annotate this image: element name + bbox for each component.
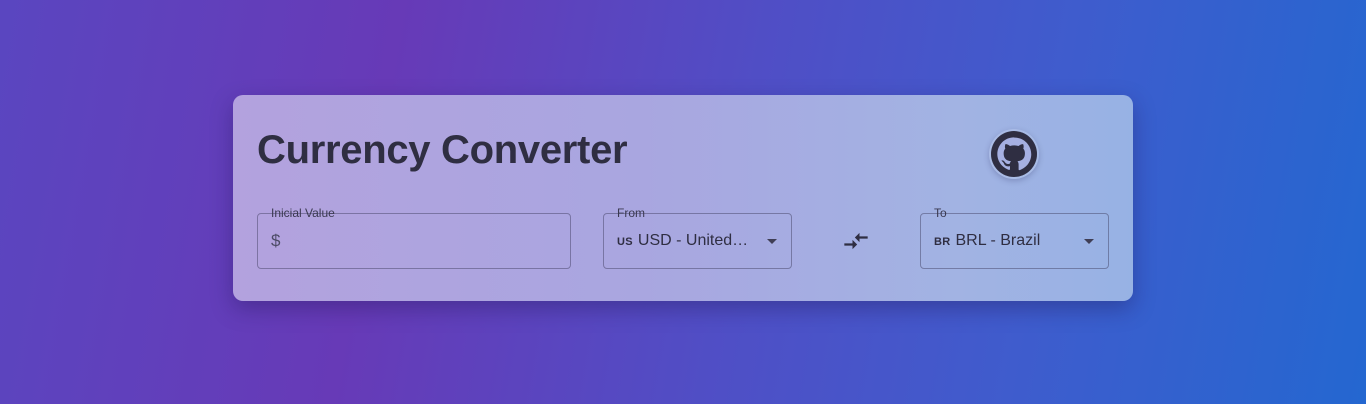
github-link-button[interactable] — [989, 129, 1039, 179]
github-icon — [991, 131, 1037, 177]
from-selected-value: US USD - United ... — [617, 232, 749, 250]
initial-value-input[interactable] — [290, 224, 560, 258]
currency-prefix: $ — [271, 231, 281, 250]
swap-currencies-button[interactable] — [833, 222, 879, 260]
chevron-down-icon[interactable] — [1084, 239, 1094, 244]
to-currency-select[interactable]: To BR BRL - Brazil — [920, 206, 1109, 269]
initial-value-label: Inicial Value — [271, 206, 335, 220]
converter-card: Currency Converter Inicial Value $ From … — [233, 95, 1133, 301]
to-label: To — [934, 206, 947, 220]
from-label: From — [617, 206, 645, 220]
page-title: Currency Converter — [257, 128, 628, 172]
initial-value-field[interactable]: Inicial Value $ — [257, 206, 571, 269]
to-selected-value: BR BRL - Brazil — [934, 232, 1066, 250]
to-selected-label: BRL - Brazil — [955, 232, 1041, 249]
from-currency-select[interactable]: From US USD - United ... — [603, 206, 792, 269]
chevron-down-icon[interactable] — [767, 239, 777, 244]
us-flag-icon: US — [617, 236, 633, 248]
br-flag-icon: BR — [934, 236, 951, 248]
from-selected-label: USD - United ... — [637, 232, 749, 249]
swap-arrows-icon — [844, 232, 868, 250]
